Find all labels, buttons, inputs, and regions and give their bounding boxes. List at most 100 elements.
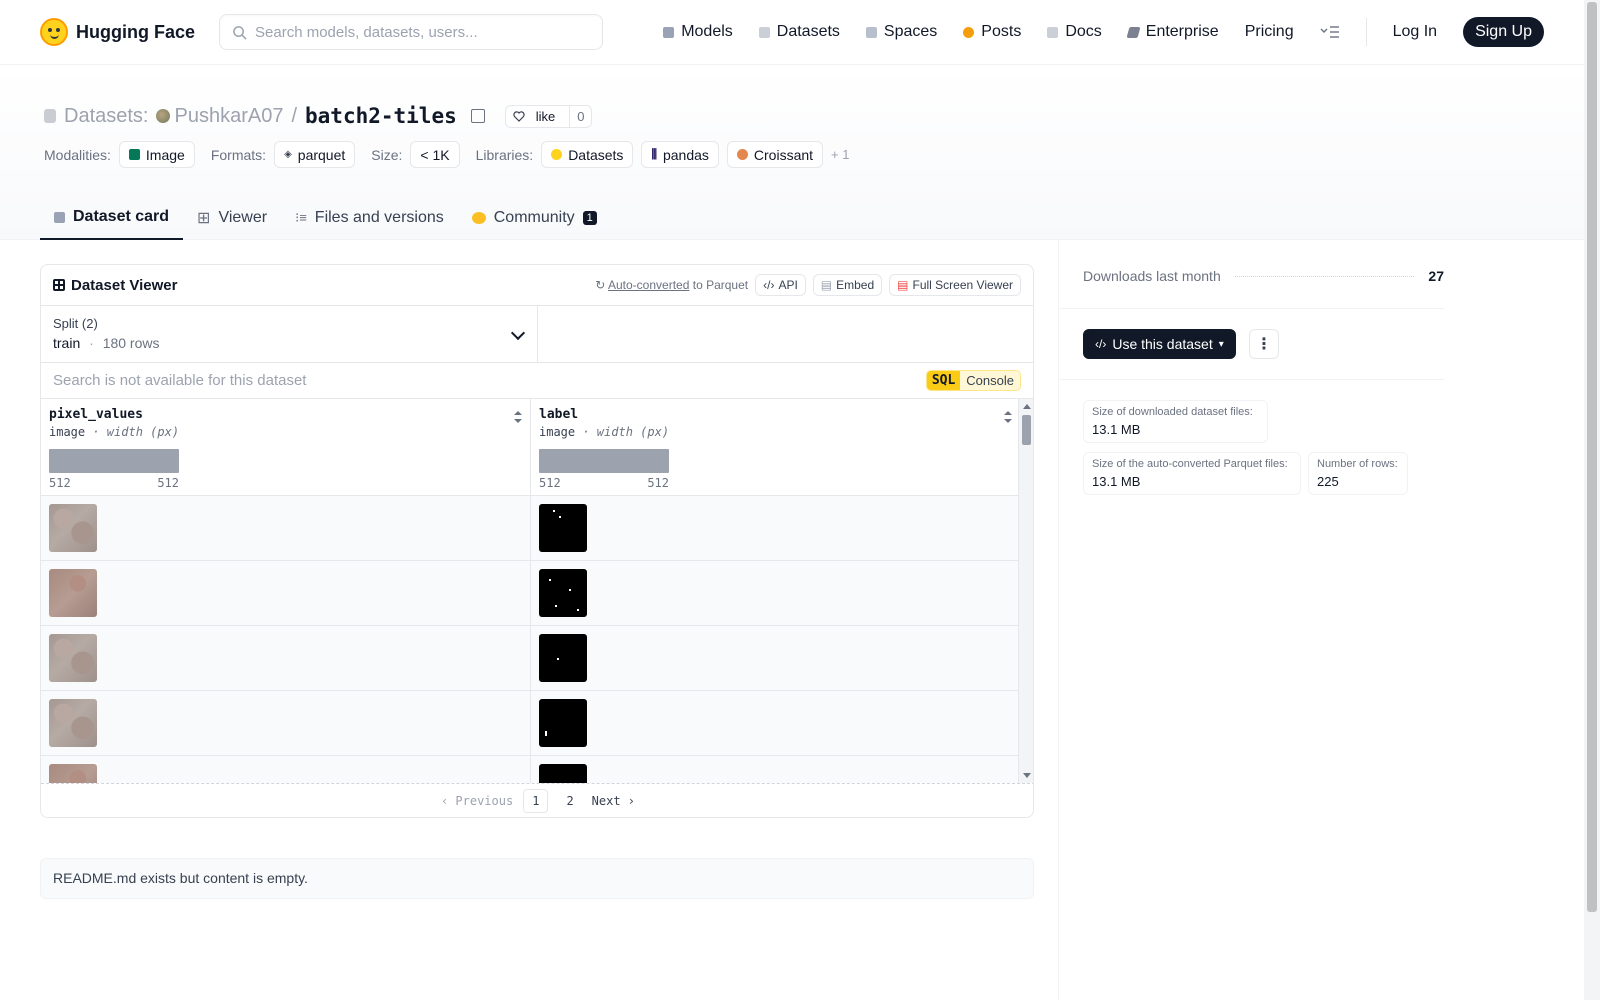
width-histogram[interactable] (539, 449, 669, 473)
tab-viewer[interactable]: ⊞ Viewer (183, 196, 281, 240)
tag-row: Modalities: Image Formats: ◈ parquet Size… (44, 141, 849, 168)
nav-pricing[interactable]: Pricing (1245, 23, 1294, 41)
size-label: Size: (371, 146, 403, 163)
page-scrollbar[interactable] (1584, 0, 1600, 1000)
mask-thumbnail[interactable] (539, 634, 587, 682)
dataset-icon (44, 109, 56, 123)
image-thumbnail[interactable] (49, 634, 97, 682)
top-navbar: Hugging Face Models Datasets Spaces Post… (0, 0, 1584, 65)
image-thumbnail[interactable] (49, 699, 97, 747)
sort-icon[interactable] (514, 411, 522, 423)
datasets-icon (758, 26, 770, 38)
tab-files[interactable]: ⁝≡ Files and versions (281, 196, 458, 240)
api-button[interactable]: ‹/› API (755, 274, 806, 296)
brand-logo[interactable]: Hugging Face (40, 18, 195, 46)
viewer-header: Dataset Viewer ↻ Auto-converted to Parqu… (41, 265, 1033, 306)
more-libraries[interactable]: + 1 (831, 147, 849, 162)
table-icon: ⊞ (197, 210, 211, 227)
page-2-button[interactable]: 2 (558, 790, 581, 812)
fullscreen-button[interactable]: ▤ Full Screen Viewer (889, 274, 1021, 296)
nav-datasets[interactable]: Datasets (758, 23, 840, 41)
column-header-pixel-values[interactable]: pixel_values image · width (px) 512 512 (41, 399, 530, 496)
tag-lib-pandas[interactable]: ⫼ pandas (641, 141, 719, 168)
nav-menu-button[interactable] (1320, 25, 1340, 39)
repo-title: Datasets: PushkarA07 / batch2-tiles like… (44, 104, 593, 128)
owner-avatar (156, 109, 171, 123)
repo-owner[interactable]: PushkarA07 (156, 105, 283, 128)
tag-lib-croissant[interactable]: Croissant (726, 141, 824, 168)
nav-links: Models Datasets Spaces Posts Docs Enterp… (663, 17, 1544, 47)
width-histogram[interactable] (49, 449, 179, 473)
brand-name: Hugging Face (76, 21, 196, 42)
more-options-button[interactable]: ⋮ (1249, 329, 1279, 359)
nav-divider (1365, 18, 1367, 46)
modalities-label: Modalities: (44, 146, 111, 163)
auto-converted-link[interactable]: Auto-converted (608, 278, 689, 292)
nav-enterprise[interactable]: Enterprise (1126, 23, 1219, 41)
image-icon (128, 149, 140, 160)
viewer-actions: ↻ Auto-converted to Parquet ‹/› API ▤ Embe… (595, 274, 1021, 296)
previous-page-button[interactable]: ‹ Previous (441, 794, 513, 808)
signup-button[interactable]: Sign Up (1463, 17, 1544, 47)
code-icon: ‹/› (1095, 337, 1107, 351)
stat-downloaded-size: Size of downloaded dataset files: 13.1 M… (1083, 400, 1268, 443)
refresh-icon: ↻ (595, 278, 608, 292)
search-input[interactable] (255, 23, 576, 41)
page-1-button[interactable]: 1 (523, 788, 549, 813)
docs-icon (1047, 26, 1059, 38)
formats-label: Formats: (210, 146, 267, 163)
auto-converted-note: ↻ Auto-converted to Parquet (595, 278, 749, 292)
tag-lib-datasets[interactable]: Datasets (541, 141, 634, 168)
tag-size[interactable]: < 1K (410, 141, 460, 168)
nav-docs[interactable]: Docs (1047, 23, 1102, 41)
next-page-button[interactable]: Next › (592, 794, 635, 808)
search-icon (233, 25, 247, 40)
image-thumbnail[interactable] (49, 764, 97, 783)
sort-icon[interactable] (1004, 411, 1012, 423)
scroll-up-icon[interactable] (1023, 404, 1031, 409)
nav-spaces[interactable]: Spaces (865, 23, 937, 41)
nav-posts[interactable]: Posts (963, 23, 1021, 41)
tag-image[interactable]: Image (118, 141, 195, 168)
code-icon: ‹/› (763, 278, 775, 292)
mask-thumbnail[interactable] (539, 764, 587, 783)
page-scrollbar-thumb[interactable] (1587, 2, 1597, 912)
hf-datasets-icon (551, 149, 563, 160)
global-search[interactable] (219, 14, 604, 50)
embed-button[interactable]: ▤ Embed (812, 274, 883, 296)
like-button[interactable]: like 0 (504, 104, 593, 128)
search-unavailable-note: Search is not available for this dataset (53, 372, 307, 389)
split-label: Split (2) (53, 316, 98, 331)
downloads-label: Downloads last month (1083, 268, 1221, 284)
fullscreen-icon: ▤ (897, 278, 909, 292)
scroll-down-icon[interactable] (1023, 773, 1031, 778)
repo-section[interactable]: Datasets: (64, 105, 148, 128)
dataset-viewer: Dataset Viewer ↻ Auto-converted to Parqu… (40, 264, 1034, 818)
repo-tabs: Dataset card ⊞ Viewer ⁝≡ Files and version… (40, 196, 611, 240)
repo-name[interactable]: batch2-tiles (305, 104, 457, 128)
sql-console-button[interactable]: SQL Console (925, 370, 1021, 391)
copy-icon[interactable] (470, 109, 485, 123)
scrollbar-thumb[interactable] (1022, 415, 1031, 445)
login-link[interactable]: Log In (1393, 23, 1437, 41)
mask-thumbnail[interactable] (539, 569, 587, 617)
files-icon: ⁝≡ (295, 210, 307, 225)
table-scrollbar[interactable] (1018, 399, 1033, 783)
viewer-search-row: Search is not available for this dataset… (41, 363, 1033, 399)
models-icon (663, 26, 675, 38)
image-thumbnail[interactable] (49, 504, 97, 552)
mask-thumbnail[interactable] (539, 699, 587, 747)
use-dataset-button[interactable]: ‹/› Use this dataset ▾ (1083, 329, 1236, 359)
tab-community[interactable]: Community 1 (458, 196, 611, 240)
croissant-icon (736, 149, 748, 160)
nav-models[interactable]: Models (663, 23, 733, 41)
sidebar-divider (1058, 240, 1059, 1000)
menu-icon (1320, 26, 1339, 38)
mask-thumbnail[interactable] (539, 504, 587, 552)
tab-dataset-card[interactable]: Dataset card (40, 196, 184, 240)
image-thumbnail[interactable] (49, 569, 97, 617)
split-selector[interactable]: Split (2) train · 180 rows (41, 306, 538, 362)
column-header-label[interactable]: label image · width (px) 512 512 (531, 399, 1020, 496)
tag-parquet[interactable]: ◈ parquet (274, 141, 356, 168)
like-count: 0 (569, 105, 591, 127)
